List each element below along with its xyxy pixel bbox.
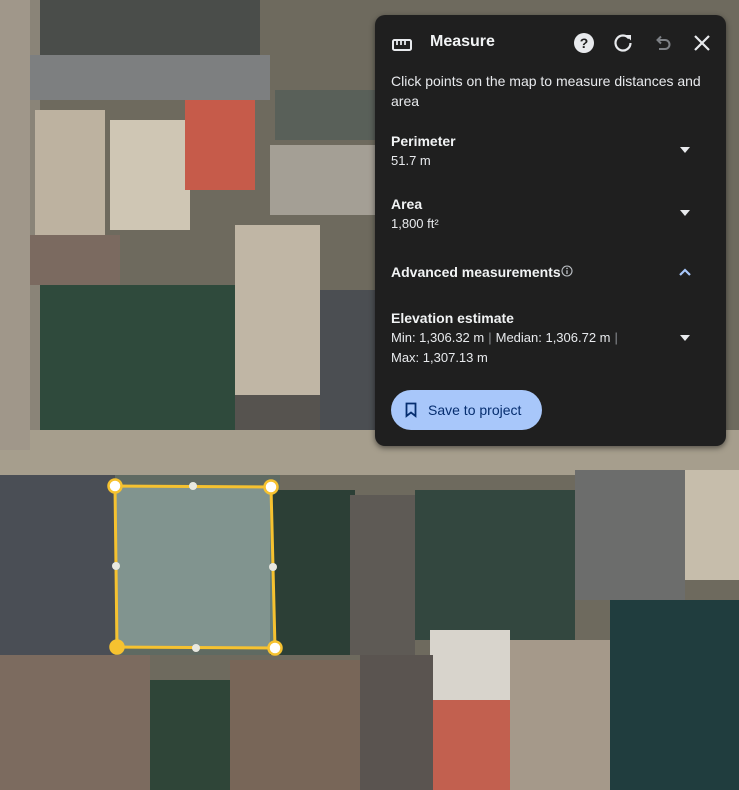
chevron-down-icon[interactable] [678,333,692,343]
save-to-project-label: Save to project [428,402,522,418]
help-icon[interactable]: ? [573,32,595,54]
midpoint-handle[interactable] [192,644,200,652]
ruler-icon [392,39,412,51]
info-icon[interactable] [561,265,573,277]
elevation-median: Median: 1,306.72 m [495,330,611,345]
refresh-icon[interactable] [612,32,634,54]
measure-panel: Measure ? Click points on the map to mea… [375,15,726,446]
chevron-down-icon[interactable] [678,145,692,155]
vertex-handle[interactable] [267,640,283,656]
separator: | [488,330,492,345]
vertex-handle[interactable] [263,479,279,495]
save-to-project-button[interactable]: Save to project [391,390,542,430]
elevation-max: Max: 1,307.13 m [391,350,488,365]
vertex-handle[interactable] [107,478,123,494]
midpoint-handle[interactable] [269,563,277,571]
perimeter-value: 51.7 m [391,153,431,168]
bookmark-icon [405,402,417,418]
panel-description: Click points on the map to measure dista… [391,73,701,109]
advanced-measurements-label: Advanced measurements [391,264,561,280]
separator: | [614,330,618,345]
perimeter-label: Perimeter [391,133,456,149]
panel-title: Measure [430,33,495,50]
panel-header: Measure ? [375,15,726,71]
area-value: 1,800 ft² [391,216,439,231]
midpoint-handle[interactable] [189,482,197,490]
polygon-shape[interactable] [113,484,277,650]
vertex-handle-active[interactable] [109,639,125,655]
elevation-label: Elevation estimate [391,310,514,326]
area-label: Area [391,196,423,212]
chevron-down-icon[interactable] [678,208,692,218]
chevron-up-icon[interactable] [678,267,692,277]
midpoint-handle[interactable] [112,562,120,570]
close-icon[interactable] [691,32,713,54]
elevation-min: Min: 1,306.32 m [391,330,485,345]
undo-icon[interactable] [651,32,673,54]
svg-text:?: ? [580,35,589,51]
elevation-values: Min: 1,306.32 m | Median: 1,306.72 m | Max:… [391,328,661,368]
